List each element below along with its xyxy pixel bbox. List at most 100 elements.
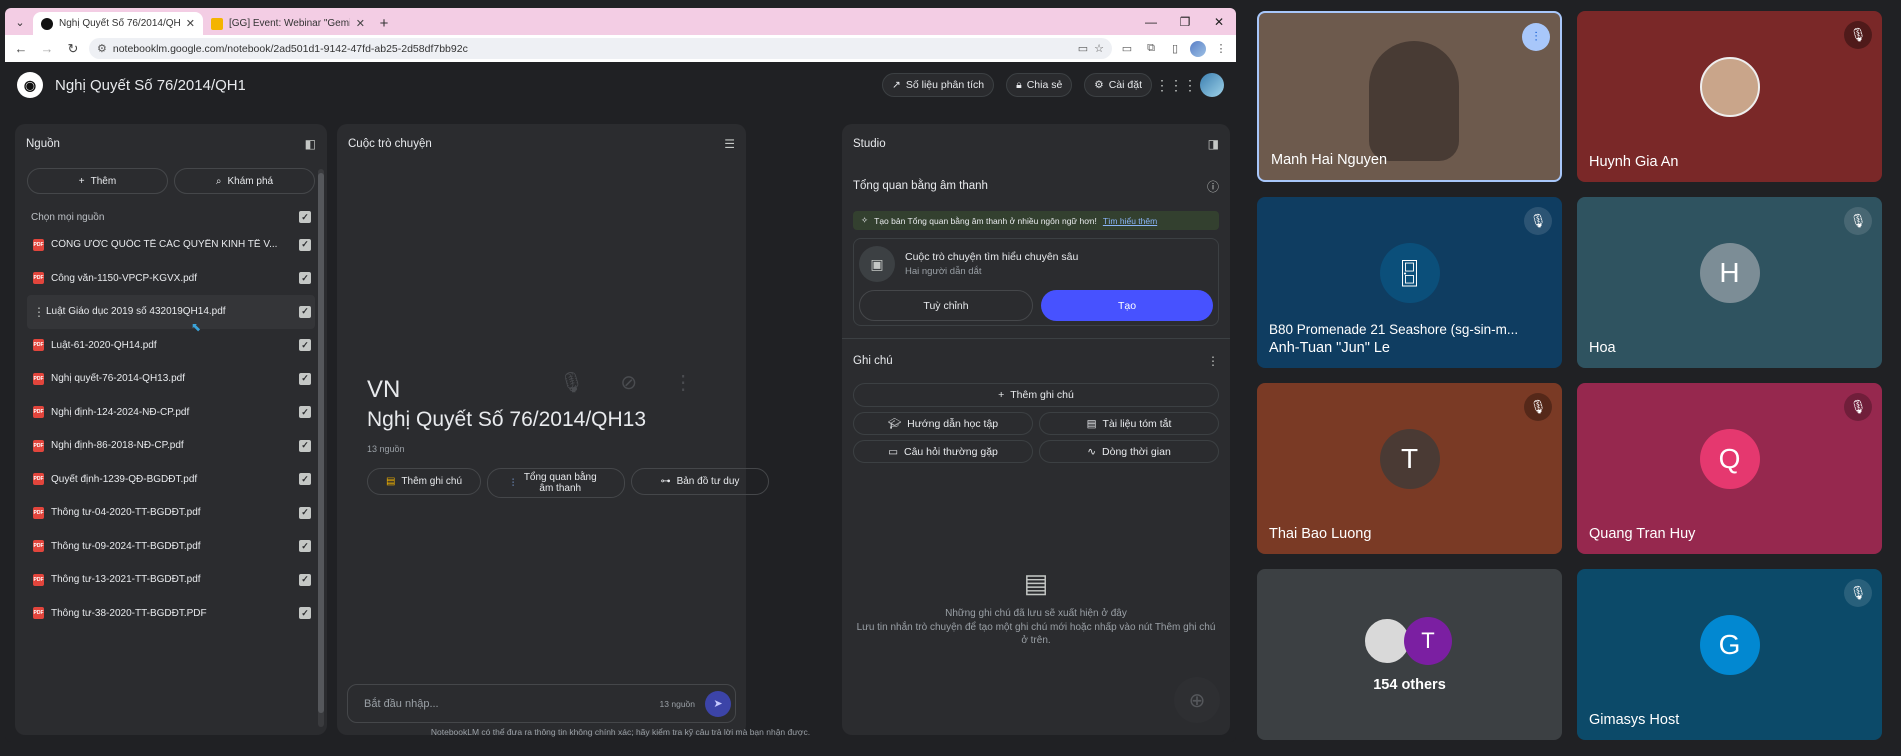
add-note-chip[interactable]: ▤ Thêm ghi chú xyxy=(367,468,481,495)
mic-off-icon: 🎙︎ xyxy=(1844,207,1872,235)
source-item[interactable]: PDF CÔNG ƯỚC QUỐC TẾ CÁC QUYỀN KINH TẾ V.… xyxy=(15,228,327,262)
source-checkbox[interactable]: ✓ xyxy=(299,305,311,318)
close-window-icon[interactable]: ✕ xyxy=(1202,8,1236,35)
input-source-count: 13 nguồn xyxy=(659,698,695,709)
account-avatar[interactable] xyxy=(1200,73,1224,97)
mind-map-chip[interactable]: ⊶ Bản đồ tư duy xyxy=(631,468,769,495)
source-checkbox[interactable]: ✓ xyxy=(299,506,311,519)
select-all-row[interactable]: Chọn mọi nguồn ✓ xyxy=(15,206,327,228)
scrollbar-thumb[interactable] xyxy=(318,173,324,713)
window-controls: — ❐ ✕ xyxy=(1134,8,1236,35)
site-info-icon[interactable]: ⚙ xyxy=(97,42,107,55)
faq-button[interactable]: ▭ Câu hỏi thường gặp xyxy=(853,440,1033,463)
source-item[interactable]: PDF Thông tư-13-2021-TT-BGDĐT.pdf ✓ xyxy=(15,563,327,597)
chat-options-icon[interactable]: ☰ xyxy=(724,137,735,151)
source-item[interactable]: PDF Luật-61-2020-QH14.pdf ✓ xyxy=(15,329,327,363)
source-item[interactable]: PDF Quyết định-1239-QĐ-BGDĐT.pdf ✓ xyxy=(15,463,327,497)
generate-button[interactable]: Tạo xyxy=(1041,290,1213,321)
participant-tile[interactable]: 🎙︎ 🚪︎ B80 Promenade 21 Seashore (sg-sin-… xyxy=(1257,197,1562,368)
minimize-icon[interactable]: — xyxy=(1134,8,1168,35)
source-checkbox[interactable]: ✓ xyxy=(299,238,311,251)
briefing-doc-label: Tài liệu tóm tắt xyxy=(1102,417,1172,430)
learn-more-link[interactable]: Tìm hiểu thêm xyxy=(1103,216,1157,226)
browser-profile-avatar[interactable] xyxy=(1190,40,1206,57)
source-checkbox[interactable]: ✓ xyxy=(299,540,311,553)
reading-mode-icon[interactable]: ▭ xyxy=(1118,40,1136,58)
close-tab-icon[interactable]: ✕ xyxy=(356,17,365,30)
notebooklm-logo-icon[interactable]: ◉ xyxy=(17,72,43,98)
source-item[interactable]: ⋮ Luật Giáo dục 2019 số 432019QH14.pdf ✓ xyxy=(27,295,315,329)
apps-grid-icon[interactable]: ⋮⋮⋮ xyxy=(1155,73,1197,97)
chat-input[interactable]: Bắt đầu nhập... 13 nguồn ➤ xyxy=(347,684,736,723)
participant-name: Huynh Gia An xyxy=(1589,154,1679,170)
source-item[interactable]: PDF Thông tư-38-2020-TT-BGDĐT.PDF ✓ xyxy=(15,597,327,631)
collapse-panel-icon[interactable]: ◧ xyxy=(305,137,316,151)
source-checkbox[interactable]: ✓ xyxy=(299,372,311,385)
url-field[interactable]: ⚙ notebooklm.google.com/notebook/2ad501d… xyxy=(89,38,1112,59)
briefing-doc-button[interactable]: ▤ Tài liệu tóm tắt xyxy=(1039,412,1219,435)
sources-scrollbar[interactable] xyxy=(318,169,324,727)
notebook-title[interactable]: Nghị Quyết Số 76/2014/QH13 xyxy=(55,77,245,94)
source-item[interactable]: PDF Nghị quyết-76-2014-QH13.pdf ✓ xyxy=(15,362,327,396)
sidepanel-icon[interactable]: ▯ xyxy=(1166,40,1184,58)
info-icon[interactable]: ⓘ xyxy=(1207,178,1219,195)
others-tile[interactable]: T 154 others xyxy=(1257,569,1562,740)
participant-initial: T xyxy=(1379,429,1440,489)
timeline-button[interactable]: ∿ Dòng thời gian xyxy=(1039,440,1219,463)
add-note-button[interactable]: + Thêm ghi chú xyxy=(853,383,1219,407)
discover-button[interactable]: ⌕ Khám phá xyxy=(174,168,315,194)
source-checkbox[interactable]: ✓ xyxy=(299,573,311,586)
pdf-icon: PDF xyxy=(33,406,44,419)
source-item[interactable]: PDF Nghị định-86-2018-NĐ-CP.pdf ✓ xyxy=(15,429,327,463)
settings-button[interactable]: ⚙ Cài đặt xyxy=(1084,73,1152,97)
customize-button[interactable]: Tuỳ chỉnh xyxy=(859,290,1033,321)
send-icon[interactable]: ➤ xyxy=(705,690,731,717)
browser-menu-icon[interactable]: ⋮ xyxy=(1212,40,1230,58)
audio-overview-chip[interactable]: ⫶ Tổng quan bằng âm thanh xyxy=(487,468,625,498)
close-tab-icon[interactable]: ✕ xyxy=(186,17,195,30)
source-checkbox[interactable]: ✓ xyxy=(299,272,311,285)
pdf-icon: PDF xyxy=(33,272,44,285)
participant-tile[interactable]: 🎙︎ Huynh Gia An xyxy=(1577,11,1882,182)
source-item[interactable]: PDF Thông tư-04-2020-TT-BGDĐT.pdf ✓ xyxy=(15,496,327,530)
mic-off-icon: 🎙︎ xyxy=(1844,393,1872,421)
analytics-button[interactable]: ↗ Số liệu phân tích xyxy=(882,73,995,97)
back-icon[interactable]: ← xyxy=(11,39,31,59)
chat-input-placeholder: Bắt đầu nhập... xyxy=(364,697,439,710)
select-all-checkbox[interactable]: ✓ xyxy=(299,211,311,223)
notes-more-icon[interactable]: ⋮ xyxy=(1207,354,1219,368)
participant-photo xyxy=(1699,57,1760,117)
participant-tile[interactable]: 🎙︎ T Thai Bao Luong xyxy=(1257,383,1562,554)
gear-icon: ⚙ xyxy=(1094,79,1104,91)
source-checkbox[interactable]: ✓ xyxy=(299,406,311,419)
add-source-button[interactable]: + Thêm xyxy=(27,168,168,194)
source-item[interactable]: PDF Công văn-1150-VPCP-KGVX.pdf ✓ xyxy=(15,262,327,296)
bookmark-star-icon[interactable]: ☆ xyxy=(1094,42,1104,55)
reload-icon[interactable]: ↻ xyxy=(63,39,83,59)
source-checkbox[interactable]: ✓ xyxy=(299,339,311,352)
source-item[interactable]: PDF Nghị định-124-2024-NĐ-CP.pdf ✓ xyxy=(15,396,327,430)
zoom-fab-icon[interactable]: ⊕ xyxy=(1174,677,1220,723)
source-checkbox[interactable]: ✓ xyxy=(299,473,311,486)
forward-icon[interactable]: → xyxy=(37,39,57,59)
restore-icon[interactable]: ❐ xyxy=(1168,8,1202,35)
source-checkbox[interactable]: ✓ xyxy=(299,607,311,620)
source-item[interactable]: PDF Thông tư-09-2024-TT-BGDĐT.pdf ✓ xyxy=(15,530,327,564)
share-button[interactable]: 🔒︎ Chia sẻ xyxy=(1006,73,1073,97)
source-checkbox[interactable]: ✓ xyxy=(299,439,311,452)
extensions-icon[interactable]: ⧉ xyxy=(1142,40,1160,58)
tab-search-icon[interactable]: ⌄ xyxy=(11,13,29,31)
source-name: Quyết định-1239-QĐ-BGDĐT.pdf xyxy=(51,473,198,485)
collapse-studio-icon[interactable]: ◨ xyxy=(1208,137,1219,151)
tab-webinar[interactable]: [GG] Event: Webinar "Gemini ... ✕ xyxy=(203,12,373,35)
participant-tile[interactable]: 🎙︎ Q Quang Tran Huy xyxy=(1577,383,1882,554)
participant-initial: G xyxy=(1699,615,1760,675)
study-guide-button[interactable]: 🎓︎ Hướng dẫn học tập xyxy=(853,412,1033,435)
participant-tile[interactable]: 🎙︎ G Gimasys Host xyxy=(1577,569,1882,740)
cast-icon[interactable]: ▭ xyxy=(1078,42,1088,55)
participant-tile[interactable]: 🎙︎ H Hoa xyxy=(1577,197,1882,368)
source-more-icon[interactable]: ⋮ xyxy=(33,305,45,319)
participant-tile[interactable]: ⫶ Manh Hai Nguyen xyxy=(1257,11,1562,182)
new-tab-icon[interactable]: + xyxy=(373,12,395,34)
tab-notebook[interactable]: Nghị Quyết Số 76/2014/QH13 ✕ xyxy=(33,12,203,35)
